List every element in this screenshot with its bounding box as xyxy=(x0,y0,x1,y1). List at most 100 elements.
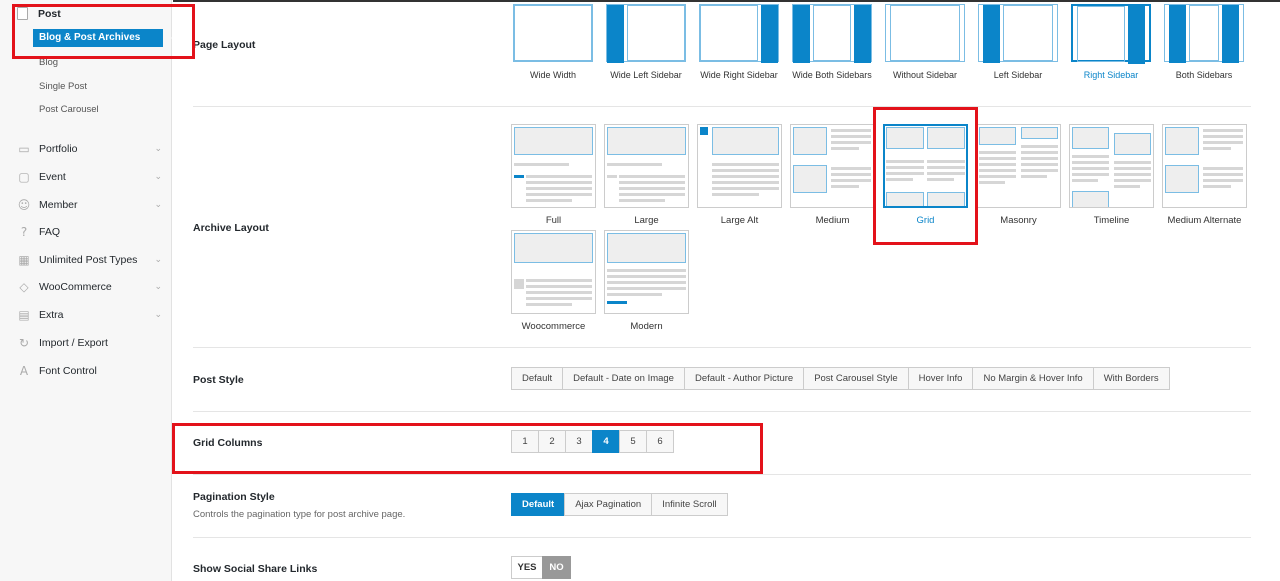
thumb-part xyxy=(514,233,593,263)
option-button[interactable]: Ajax Pagination xyxy=(564,493,653,516)
archive-layout-option[interactable]: Medium xyxy=(790,124,875,226)
divider xyxy=(193,347,1251,348)
thumb-part xyxy=(1114,185,1140,188)
toggle-yes[interactable]: YES xyxy=(511,556,543,579)
thumb-part xyxy=(1072,161,1109,164)
thumb-part xyxy=(607,281,686,284)
thumb-part xyxy=(1203,141,1243,144)
page-layout-option[interactable]: Wide Left Sidebar xyxy=(606,4,686,81)
thumb-part xyxy=(619,181,685,184)
option-button[interactable]: Default - Author Picture xyxy=(683,367,805,390)
layout-caption: Wide Width xyxy=(529,70,576,80)
layout-thumbnail xyxy=(699,4,779,63)
calendar-icon: ▢ xyxy=(18,170,30,184)
page-layout-option[interactable]: Wide Both Sidebars xyxy=(792,4,872,81)
thumb-part xyxy=(1072,127,1109,149)
archive-layout-option[interactable]: Large xyxy=(604,124,689,226)
thumb-part xyxy=(831,147,859,150)
archive-layout-option[interactable]: Woocommerce xyxy=(511,230,596,332)
page-layout-option[interactable]: Both Sidebars xyxy=(1164,4,1244,81)
layout-caption: Woocommerce xyxy=(521,321,586,332)
top-border xyxy=(173,0,1280,2)
sidebar-item-faq[interactable]: ? FAQ xyxy=(17,223,162,241)
thumb-part xyxy=(1021,145,1058,148)
option-button[interactable]: Hover Info xyxy=(907,367,974,390)
option-button[interactable]: Post Carousel Style xyxy=(803,367,909,390)
toggle-no[interactable]: NO xyxy=(542,556,571,579)
page-layout-option[interactable]: Wide Width xyxy=(513,4,593,81)
archive-layout-option[interactable]: Large Alt xyxy=(697,124,782,226)
archive-layout-option[interactable]: Full xyxy=(511,124,596,226)
chevron-down-icon: ⌄ xyxy=(154,144,162,154)
thumb-part xyxy=(526,175,592,178)
sidebar-item-woocommerce[interactable]: ◇ WooCommerce ⌄ xyxy=(17,278,162,296)
layout-thumbnail xyxy=(1162,124,1247,208)
grid-icon: ▦ xyxy=(18,253,30,267)
layout-thumbnail xyxy=(1071,4,1151,64)
page-layout-option[interactable]: Left Sidebar xyxy=(978,4,1058,81)
option-button[interactable]: Infinite Scroll xyxy=(651,493,728,516)
thumb-part xyxy=(831,141,871,144)
layout-thumbnail xyxy=(1164,4,1244,63)
thumb-part xyxy=(793,127,827,155)
sidebar-item-import-export[interactable]: ↻ Import / Export xyxy=(17,334,162,352)
thumb-part xyxy=(1072,179,1098,182)
sidebar-item-portfolio[interactable]: ▭ Portfolio ⌄ xyxy=(17,140,162,158)
divider xyxy=(193,411,1251,412)
layout-caption: Full xyxy=(545,215,562,226)
sidebar-subitem-single-post[interactable]: Single Post xyxy=(39,81,87,92)
option-button[interactable]: Default xyxy=(511,367,564,390)
sidebar-item-member[interactable]: ☺ Member ⌄ xyxy=(17,196,162,214)
thumb-part xyxy=(514,127,593,155)
archive-layout-option[interactable]: Masonry xyxy=(976,124,1061,226)
layout-thumbnail xyxy=(606,4,686,63)
option-button[interactable]: No Margin & Hover Info xyxy=(972,367,1094,390)
thumb-part xyxy=(1203,135,1243,138)
thumb-part xyxy=(1114,173,1151,176)
thumb-part xyxy=(607,269,686,272)
option-button[interactable]: Default - Date on Image xyxy=(562,367,685,390)
sidebar-item-unlimited-post-types[interactable]: ▦ Unlimited Post Types ⌄ xyxy=(17,251,162,269)
social-share-toggle[interactable]: YES NO xyxy=(511,556,571,579)
thumb-part xyxy=(514,279,524,289)
thumb-part xyxy=(607,163,663,166)
thumb-part xyxy=(1114,167,1151,170)
thumb-part xyxy=(1021,163,1058,166)
option-button[interactable]: With Borders xyxy=(1092,367,1170,390)
layout-caption: Left Sidebar xyxy=(993,70,1043,80)
layout-thumbnail xyxy=(604,230,689,314)
thumb-part xyxy=(607,293,663,296)
sidebar-item-event[interactable]: ▢ Event ⌄ xyxy=(17,168,162,186)
page-layout-option[interactable]: Wide Right Sidebar xyxy=(699,4,779,81)
layout-thumbnail xyxy=(511,124,596,208)
archive-layout-option[interactable]: Modern xyxy=(604,230,689,332)
pagination-style-description: Controls the pagination type for post ar… xyxy=(193,509,406,520)
sidebar-item-label: Font Control xyxy=(39,365,97,377)
thumb-part xyxy=(712,181,779,184)
pagination-style-buttons: Default Ajax Pagination Infinite Scroll xyxy=(511,493,728,516)
thumb-part xyxy=(1072,167,1109,170)
layout-caption: Wide Both Sidebars xyxy=(792,70,872,80)
thumb-part xyxy=(619,193,685,196)
page-layout-option[interactable]: Without Sidebar xyxy=(885,4,965,81)
thumb-part xyxy=(712,175,779,178)
option-button[interactable]: Default xyxy=(511,493,566,516)
sidebar-item-label: Import / Export xyxy=(39,337,108,349)
sidebar-subitem-post-carousel[interactable]: Post Carousel xyxy=(39,104,99,115)
archive-layout-label: Archive Layout xyxy=(193,222,269,234)
thumb-part xyxy=(1114,161,1151,164)
sidebar-item-extra[interactable]: ▤ Extra ⌄ xyxy=(17,306,162,324)
woo-icon: ◇ xyxy=(19,280,29,294)
layout-thumbnail xyxy=(792,4,872,63)
thumb-part xyxy=(979,175,1016,178)
page-layout-option[interactable]: Right Sidebar xyxy=(1071,4,1151,81)
thumb-part xyxy=(526,285,592,288)
settings-sidebar: Post Blog & Post Archives Blog Single Po… xyxy=(0,0,172,581)
thumb-part xyxy=(700,127,708,135)
layout-thumbnail xyxy=(885,4,965,62)
thumb-part xyxy=(1114,179,1151,182)
archive-layout-option[interactable]: Timeline xyxy=(1069,124,1154,226)
sidebar-item-font-control[interactable]: A Font Control xyxy=(17,362,162,380)
archive-layout-option[interactable]: Medium Alternate xyxy=(1162,124,1247,226)
thumb-part xyxy=(526,303,573,306)
